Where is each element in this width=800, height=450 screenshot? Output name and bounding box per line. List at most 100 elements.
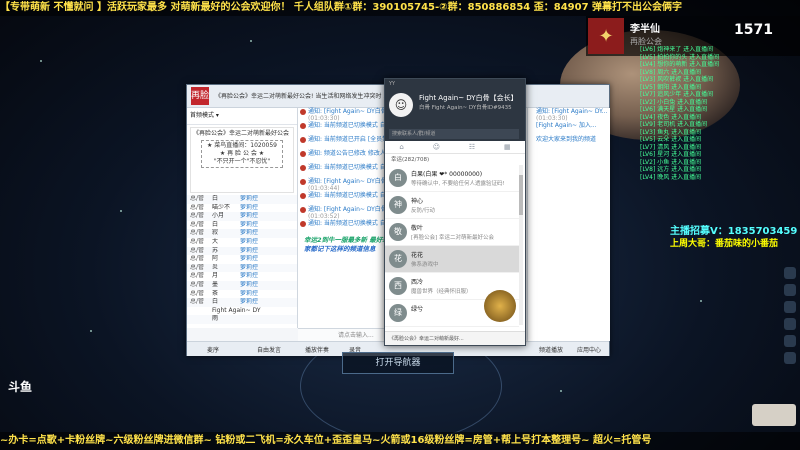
- member-role: 总/管: [190, 255, 205, 263]
- apps-tab-icon[interactable]: ▦: [504, 143, 511, 151]
- member-row[interactable]: 总/管寂 萝莉控: [187, 229, 297, 238]
- member-name: 白: [212, 195, 219, 202]
- message-text: 通知: [Fight Again~ DY白骨...: [308, 108, 393, 115]
- member-row[interactable]: Fight Again~ DY: [187, 307, 297, 316]
- streamer-avatar: ✦: [588, 18, 624, 54]
- member-row[interactable]: 总/管茶 萝莉控: [187, 290, 297, 299]
- member-row[interactable]: 总/管炎 萝莉控: [187, 263, 297, 273]
- announcement-line: ★ 再 脸 公 会 ★: [219, 150, 265, 157]
- contact-scrollbar[interactable]: [519, 165, 523, 325]
- member-name: 阿: [212, 255, 219, 263]
- bottom-ticker: ~办卡=点歌+卡粉丝牌~六级粉丝牌进微信群~ 钻粉或二飞机=永久车位+歪歪皇马~…: [0, 432, 800, 450]
- contacts-tab-icon[interactable]: ☺: [433, 143, 440, 151]
- user-avatar[interactable]: ☺: [389, 93, 413, 117]
- notice-icon: [300, 221, 306, 227]
- member-role: 总/管: [190, 289, 205, 297]
- contact-item-selected[interactable]: 花花花 佛系游戏中: [385, 246, 519, 273]
- star: [90, 330, 92, 332]
- message-text: 通知: [Fight Again~ DY...: [536, 108, 608, 115]
- member-badge: 萝莉控: [240, 212, 259, 220]
- member-role: 总/管: [190, 272, 205, 280]
- member-role: 总/管: [190, 246, 205, 254]
- member-name: 月: [212, 272, 219, 280]
- member-row[interactable]: 总/管白 萝莉控: [187, 298, 297, 307]
- popup-app-label: YY: [389, 81, 396, 87]
- member-row[interactable]: 总/管月 萝莉控: [187, 272, 297, 281]
- member-row[interactable]: 总/管苏 萝莉控: [187, 246, 297, 256]
- chat-line: [LV5] 拍拍你的头 进入直播间: [640, 53, 720, 61]
- star: [120, 210, 122, 212]
- contact-name: 敬叶: [411, 225, 424, 232]
- notice-icon: [300, 137, 306, 143]
- member-role: 总/管: [190, 195, 205, 202]
- chat-line: [LV3] 鱼丸 进入直播间: [640, 128, 702, 136]
- channel-announcement: 《再脸公会》幸运二对萌新最好公会 ★ 菜鸟直播间：1020059 ★ 再 脸 公…: [190, 127, 294, 193]
- dock-icon[interactable]: [784, 318, 796, 330]
- member-row[interactable]: 总/管 小月 萝莉控: [187, 212, 297, 221]
- member-badge: 萝莉控: [240, 255, 259, 263]
- notice-icon: [300, 193, 306, 199]
- chat-line: [LV6] 满天星 进入直播间: [640, 106, 708, 113]
- member-badge: 萝莉控: [240, 272, 259, 280]
- member-row[interactable]: 总/管墨 萝莉控: [187, 280, 297, 290]
- contact-name: 西冷: [411, 279, 424, 286]
- chat-line: [LV4] 夜色 进入直播间: [640, 113, 702, 121]
- contact-name: 绿兮: [411, 306, 424, 313]
- member-name: 雨: [212, 315, 219, 323]
- contact-item[interactable]: 神神心 反防/行动: [385, 192, 519, 219]
- recruit-panel: 主播招募V：1835703459 上周大哥：番茄味的小番茄: [670, 226, 800, 250]
- member-row[interactable]: 总/管白 萝莉控: [187, 195, 297, 204]
- channel-play-button[interactable]: 频道播放: [539, 345, 563, 354]
- chat-line: [LV6] 炮神来了 进入直播间: [640, 46, 714, 53]
- member-role: 总/管: [190, 298, 205, 306]
- chat-line: [LV4] 晚风 进入直播间: [640, 173, 702, 181]
- play-accompaniment-button[interactable]: 播放伴奏: [305, 345, 329, 354]
- dock-icon[interactable]: [784, 335, 796, 347]
- message-text: 通知: [Fight Again~ DY白骨...: [308, 178, 393, 185]
- chat-line: [LV7] 清风 进入直播间: [640, 143, 702, 151]
- queue-button[interactable]: 麦序: [207, 345, 219, 354]
- contact-avatar: 敬: [389, 223, 407, 241]
- member-row[interactable]: 雨: [187, 315, 297, 324]
- member-role: 总/管: [190, 229, 205, 237]
- contact-item[interactable]: 敬敬叶 [再脸公会] 幸运二对萌新最好公会: [385, 219, 519, 246]
- member-row[interactable]: 总/管白 萝莉控: [187, 221, 297, 230]
- chat-line: [LV2] 小白兔 进入直播间: [640, 98, 708, 106]
- member-name: 白: [212, 298, 219, 306]
- member-row[interactable]: 总/管大 萝莉控: [187, 238, 297, 247]
- right-dock: [780, 262, 800, 392]
- contact-avatar: 西: [389, 277, 407, 295]
- mode-selector[interactable]: 首频模式 ▾: [187, 108, 297, 125]
- app-center-button[interactable]: 应用中心: [577, 345, 601, 354]
- group-header[interactable]: 幸运(282/708): [385, 155, 525, 165]
- star: [700, 300, 702, 302]
- streamer-name: 李半仙: [630, 24, 660, 35]
- groups-tab-icon[interactable]: ☷: [469, 143, 475, 151]
- contact-name: 神心: [411, 198, 424, 205]
- member-name: 喵少不: [212, 203, 231, 211]
- home-tab-icon[interactable]: ⌂: [399, 143, 403, 151]
- member-row[interactable]: 总/管 喵少不 萝莉控: [187, 204, 297, 213]
- member-name: 茶: [212, 289, 219, 297]
- chat-message: [Fight Again~ 加入...: [528, 122, 610, 136]
- dock-icon[interactable]: [784, 267, 796, 279]
- chat-message: 通知: [Fight Again~ DY... (01:03:30): [528, 108, 610, 122]
- member-badge: 萝莉控: [240, 280, 259, 288]
- contact-search-input[interactable]: 搜索联系人/群/频道: [389, 129, 519, 139]
- top-banner: 【专带萌新 不懂就问 】活跃玩家最多 对萌新最好的公会欢迎你！ 千人组队群①群：…: [0, 0, 800, 16]
- dock-icon[interactable]: [784, 352, 796, 364]
- member-role: 总/管: [190, 263, 205, 271]
- message-text: 通知: [Fight Again~ DY白骨...: [308, 206, 393, 213]
- announcement-line: ★ 菜鸟直播间：1020059: [206, 142, 277, 149]
- contact-avatar: 花: [389, 250, 407, 268]
- member-row[interactable]: 总/管阿 萝莉控: [187, 255, 297, 264]
- viewer-counter: 1571: [734, 22, 773, 38]
- free-speak-button[interactable]: 自由发言: [257, 345, 281, 354]
- open-navigator-button[interactable]: 打开导航器: [342, 352, 454, 374]
- dock-icon[interactable]: [784, 284, 796, 296]
- member-list: 总/管白萝莉控 总/管 喵少不 萝莉控 总/管 小月 萝莉控 总/管白萝莉控 总/管寂萝…: [187, 195, 297, 324]
- chat-line: [LV6] 星河 进入直播间: [640, 151, 702, 158]
- scrollbar-thumb[interactable]: [519, 175, 523, 215]
- contact-item[interactable]: 白白果(白果 ❤* 00000000) 等待确认中, 不要给任何人透露验证码!: [385, 165, 519, 192]
- dock-icon[interactable]: [784, 301, 796, 313]
